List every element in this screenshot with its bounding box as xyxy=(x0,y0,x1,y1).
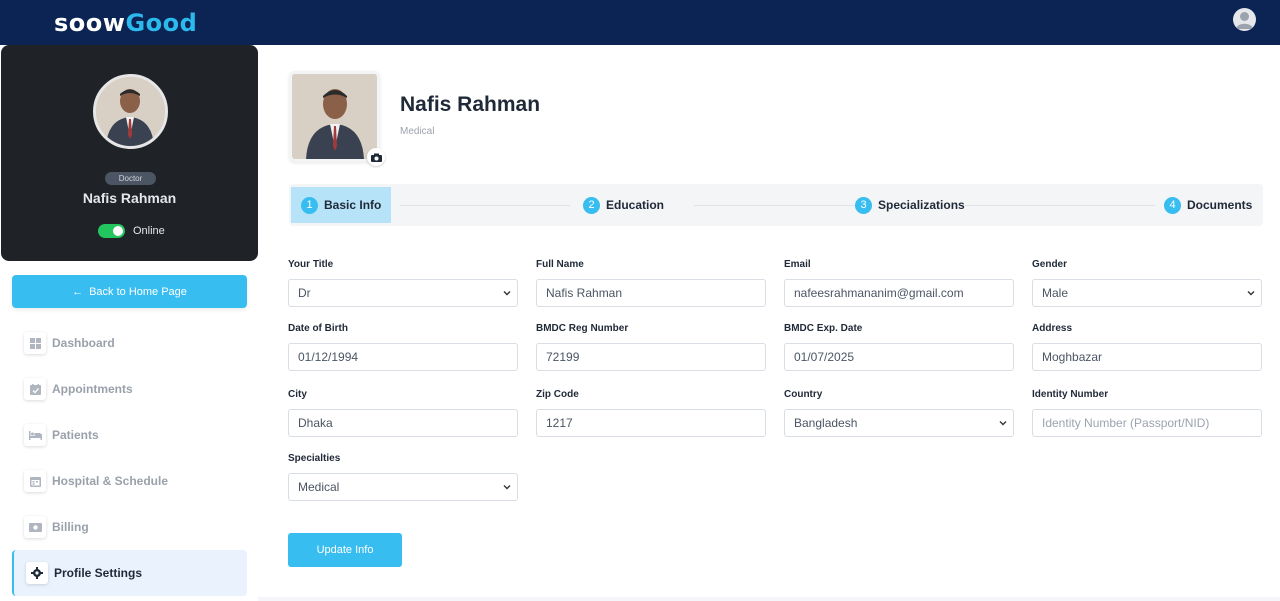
step-number: 3 xyxy=(855,196,872,214)
chevron-down-icon xyxy=(503,291,511,296)
step-label: Education xyxy=(606,198,665,212)
bmdc-reg-label: BMDC Reg Number xyxy=(536,323,629,334)
sidebar-item-patients[interactable]: Patients xyxy=(12,412,247,458)
sidebar-user-name: Nafis Rahman xyxy=(82,190,177,206)
full-name-label: Full Name xyxy=(536,259,584,270)
tab-basic-info[interactable]: 1 Basic Info xyxy=(291,187,392,223)
profile-specialty: Medical xyxy=(400,126,435,137)
back-to-home-button[interactable]: ← Back to Home Page xyxy=(12,275,247,308)
chevron-down-icon xyxy=(1247,291,1255,296)
bed-icon xyxy=(24,424,46,446)
sidebar-item-label: Hospital & Schedule xyxy=(52,474,169,488)
step-number: 4 xyxy=(1164,196,1181,214)
bmdc-exp-value: 01/07/2025 xyxy=(794,350,855,364)
dob-field[interactable]: 01/12/1994 xyxy=(288,343,518,371)
sidebar-profile-card: Doctor Nafis Rahman Online xyxy=(1,45,258,261)
city-field[interactable]: Dhaka xyxy=(288,409,518,437)
sidebar-item-label: Billing xyxy=(52,520,89,534)
zip-value: 1217 xyxy=(546,416,573,430)
gender-value: Male xyxy=(1042,286,1069,300)
address-value: Moghbazar xyxy=(1042,350,1103,364)
online-status-label: Online xyxy=(133,225,165,237)
bmdc-exp-field[interactable]: 01/07/2025 xyxy=(784,343,1014,371)
sidebar: Doctor Nafis Rahman Online ← Back to Hom… xyxy=(0,45,258,601)
role-badge: Doctor xyxy=(105,172,156,185)
step-connector xyxy=(400,205,570,206)
gender-select[interactable]: Male xyxy=(1032,279,1262,307)
city-label: City xyxy=(288,389,307,400)
tab-specializations[interactable]: 3 Specializations xyxy=(845,187,975,223)
avatar xyxy=(93,74,168,149)
sidebar-nav: Dashboard Appointments Patients Hospital… xyxy=(12,320,247,596)
gear-icon xyxy=(26,562,48,584)
profile-settings-panel: Nafis Rahman Medical 1 Basic Info 2 Educ… xyxy=(258,45,1280,597)
step-label: Documents xyxy=(1187,198,1253,212)
bmdc-reg-field[interactable]: 72199 xyxy=(536,343,766,371)
user-avatar-icon[interactable] xyxy=(1233,8,1256,31)
city-value: Dhaka xyxy=(298,416,333,430)
money-icon xyxy=(24,516,46,538)
gender-label: Gender xyxy=(1032,259,1068,270)
country-value: Bangladesh xyxy=(794,416,858,430)
email-label: Email xyxy=(784,259,811,270)
grid-icon xyxy=(24,332,46,354)
tab-education[interactable]: 2 Education xyxy=(573,187,674,223)
calendar-icon xyxy=(24,470,46,492)
profile-name: Nafis Rahman xyxy=(400,93,541,116)
sidebar-item-label: Dashboard xyxy=(52,336,115,350)
camera-icon[interactable] xyxy=(367,148,385,166)
full-name-field[interactable]: Nafis Rahman xyxy=(536,279,766,307)
arrow-left-icon: ← xyxy=(72,285,84,298)
sidebar-item-dashboard[interactable]: Dashboard xyxy=(12,320,247,366)
zip-label: Zip Code xyxy=(536,389,579,400)
step-label: Basic Info xyxy=(324,198,382,212)
country-label: Country xyxy=(784,389,823,400)
specialties-value: Medical xyxy=(298,480,340,494)
specialties-label: Specialties xyxy=(288,453,341,464)
tab-documents[interactable]: 4 Documents xyxy=(1154,187,1262,223)
address-label: Address xyxy=(1032,323,1073,334)
sidebar-item-label: Appointments xyxy=(52,382,133,396)
full-name-value: Nafis Rahman xyxy=(546,286,623,300)
step-connector xyxy=(965,205,1155,206)
sidebar-item-label: Patients xyxy=(52,428,99,442)
profile-photo xyxy=(289,71,380,162)
sidebar-item-label: Profile Settings xyxy=(54,566,143,580)
sidebar-item-hospital-schedule[interactable]: Hospital & Schedule xyxy=(12,458,247,504)
email-field[interactable]: nafeesrahmananim@gmail.com xyxy=(784,279,1014,307)
title-select[interactable]: Dr xyxy=(288,279,518,307)
chevron-down-icon xyxy=(503,485,511,490)
sidebar-item-billing[interactable]: Billing xyxy=(12,504,247,550)
specialties-select[interactable]: Medical xyxy=(288,473,518,501)
chevron-down-icon xyxy=(999,421,1007,426)
identity-field[interactable]: Identity Number (Passport/NID) xyxy=(1032,409,1262,437)
sidebar-item-appointments[interactable]: Appointments xyxy=(12,366,247,412)
address-field[interactable]: Moghbazar xyxy=(1032,343,1262,371)
step-label: Specializations xyxy=(878,198,965,212)
identity-placeholder: Identity Number (Passport/NID) xyxy=(1042,416,1210,430)
bmdc-exp-label: BMDC Exp. Date xyxy=(784,323,863,334)
sidebar-item-profile-settings[interactable]: Profile Settings xyxy=(12,550,247,596)
online-toggle[interactable] xyxy=(98,224,125,238)
country-select[interactable]: Bangladesh xyxy=(784,409,1014,437)
step-connector xyxy=(694,205,864,206)
email-value: nafeesrahmananim@gmail.com xyxy=(794,286,964,300)
step-number: 1 xyxy=(301,196,318,214)
dob-label: Date of Birth xyxy=(288,323,348,334)
title-label: Your Title xyxy=(288,259,334,270)
logo-text-part2: Good xyxy=(125,9,198,37)
zip-field[interactable]: 1217 xyxy=(536,409,766,437)
dob-value: 01/12/1994 xyxy=(298,350,359,364)
logo-text-part1: soow xyxy=(54,9,126,37)
profile-steps: 1 Basic Info 2 Education 3 Specializatio… xyxy=(289,184,1263,226)
title-value: Dr xyxy=(298,286,311,300)
update-info-button[interactable]: Update Info xyxy=(288,533,402,567)
identity-label: Identity Number xyxy=(1032,389,1109,400)
bmdc-reg-value: 72199 xyxy=(546,350,580,364)
soowgood-logo[interactable]: soow Good xyxy=(54,8,197,38)
step-number: 2 xyxy=(583,196,600,214)
top-navbar: soow Good xyxy=(0,0,1280,45)
back-to-home-label: Back to Home Page xyxy=(89,285,187,298)
calendar-check-icon xyxy=(24,378,46,400)
